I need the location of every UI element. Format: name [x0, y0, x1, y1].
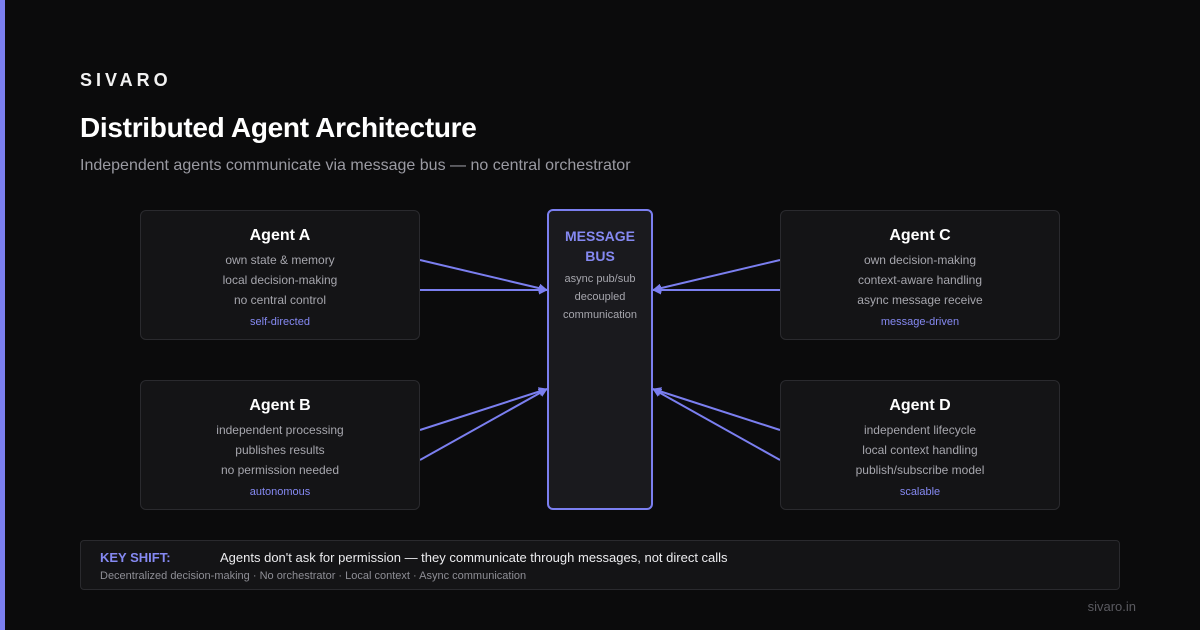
agent-tag: scalable	[899, 486, 941, 498]
agent-tag: autonomous	[249, 486, 311, 498]
agent-card-a: Agent A own state & memory local decisio…	[140, 210, 420, 340]
footer-url: sivaro.in	[1087, 599, 1136, 614]
bus-title: BUS	[585, 248, 615, 264]
key-shift-detail: Decentralized decision-making · No orche…	[100, 570, 527, 582]
agent-card-d: Agent D independent lifecycle local cont…	[780, 380, 1060, 510]
bus-feature: decoupled	[574, 291, 626, 303]
agent-feature: publishes results	[235, 443, 325, 457]
agent-feature: independent lifecycle	[863, 423, 977, 437]
agent-feature: async message receive	[857, 293, 983, 307]
agent-card-c: Agent C own decision-making context-awar…	[780, 210, 1060, 340]
agent-feature: own decision-making	[863, 253, 977, 267]
bus-feature: communication	[563, 309, 637, 321]
agent-feature: local decision-making	[222, 273, 338, 287]
agent-feature: local context handling	[862, 443, 978, 457]
arrow-agent-c-bus-1	[652, 259, 781, 293]
arrow-agent-a-bus-1	[419, 259, 548, 293]
agent-feature: publish/subscribe model	[855, 463, 985, 477]
message-bus: MESSAGE BUS async pub/sub decoupled comm…	[547, 209, 653, 510]
agent-feature: own state & memory	[225, 253, 335, 267]
agent-name: Agent D	[889, 397, 951, 414]
bus-title: MESSAGE	[564, 228, 635, 244]
agent-tag: self-directed	[250, 316, 310, 328]
agent-feature: independent processing	[216, 423, 344, 437]
agent-feature: context-aware handling	[857, 273, 983, 287]
agent-tag: message-driven	[880, 316, 960, 328]
agent-card-b: Agent B independent processing publishes…	[140, 380, 420, 510]
key-shift-box: KEY SHIFT: Agents don't ask for permissi…	[80, 540, 1120, 590]
agent-feature: no permission needed	[220, 463, 340, 477]
key-shift-label: KEY SHIFT:	[100, 550, 171, 565]
agent-name: Agent B	[249, 397, 311, 414]
bus-feature: async pub/sub	[564, 273, 636, 285]
agent-name: Agent A	[249, 227, 311, 244]
agent-feature: no central control	[233, 293, 327, 307]
agent-name: Agent C	[889, 227, 951, 244]
key-shift-message: Agents don't ask for permission — they c…	[220, 550, 728, 565]
